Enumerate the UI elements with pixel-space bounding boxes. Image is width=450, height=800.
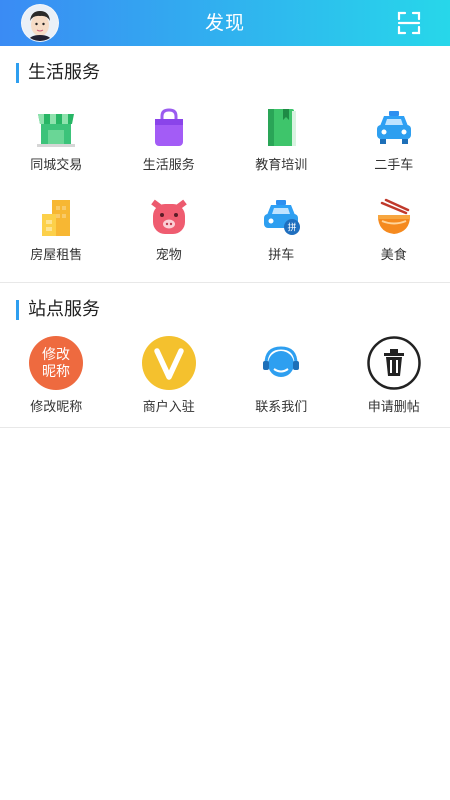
grid-item-label: 教育培训 bbox=[255, 158, 308, 173]
carpool-icon: 拼 bbox=[264, 200, 301, 235]
noodle-bowl-icon bbox=[377, 198, 410, 234]
grid-item-edit-nickname[interactable]: 修改 昵称 修改昵称 bbox=[0, 336, 113, 428]
scan-icon[interactable] bbox=[394, 8, 424, 38]
grid-item-label: 修改昵称 bbox=[30, 400, 83, 415]
customer-service-icon bbox=[263, 346, 300, 377]
grid-item-label: 申请删帖 bbox=[367, 400, 420, 415]
grid-item-same-city-trade[interactable]: 同城交易 bbox=[0, 106, 113, 196]
grid-item-label: 二手车 bbox=[374, 158, 414, 173]
grid-item-house-rental[interactable]: 房屋租售 bbox=[0, 196, 113, 286]
book-icon bbox=[268, 109, 297, 146]
grid-item-label: 生活服务 bbox=[142, 158, 195, 173]
grid-item-label: 商户入驻 bbox=[142, 400, 195, 415]
life-service-grid: 同城交易 生活服务 教育培训 二手车 房屋租售 宠物 拼 拼车 美食 bbox=[0, 106, 450, 286]
grid-item-used-car[interactable]: 二手车 bbox=[338, 106, 450, 196]
building-icon bbox=[42, 200, 71, 236]
grid-item-label: 宠物 bbox=[155, 248, 182, 263]
section-divider bbox=[0, 282, 450, 283]
badge-line-2: 昵称 bbox=[42, 364, 70, 380]
svg-text:拼: 拼 bbox=[288, 222, 297, 234]
section-title-site: 站点服务 bbox=[16, 300, 100, 320]
grid-item-label: 美食 bbox=[380, 248, 407, 263]
page-title: 发现 bbox=[204, 12, 245, 34]
top-bar: 发现 bbox=[0, 0, 450, 46]
pig-icon bbox=[150, 199, 187, 234]
shopping-bag-icon bbox=[154, 108, 183, 146]
grid-item-merchant-join[interactable]: 商户入驻 bbox=[113, 336, 226, 428]
grid-item-carpool[interactable]: 拼 拼车 bbox=[225, 196, 338, 286]
section-divider bbox=[0, 427, 450, 428]
grid-item-education[interactable]: 教育培训 bbox=[225, 106, 338, 196]
grid-item-label: 联系我们 bbox=[255, 400, 308, 415]
car-icon bbox=[376, 111, 411, 144]
merchant-v-icon bbox=[141, 336, 196, 390]
grid-item-food[interactable]: 美食 bbox=[338, 196, 450, 286]
grid-item-label: 同城交易 bbox=[30, 158, 83, 173]
grid-item-life-service[interactable]: 生活服务 bbox=[113, 106, 226, 196]
grid-item-label: 拼车 bbox=[268, 248, 295, 263]
grid-item-request-delete[interactable]: 申请删帖 bbox=[338, 336, 450, 428]
edit-nickname-icon: 修改 昵称 bbox=[29, 336, 84, 390]
site-service-grid: 修改 昵称 修改昵称 商户入驻 联系我们 申请删帖 bbox=[0, 336, 450, 428]
grid-item-label: 房屋租售 bbox=[30, 248, 83, 263]
trash-icon bbox=[367, 336, 421, 390]
badge-line-1: 修改 bbox=[42, 347, 70, 363]
market-stall-icon bbox=[37, 114, 76, 147]
grid-item-contact-us[interactable]: 联系我们 bbox=[225, 338, 338, 428]
grid-item-pets[interactable]: 宠物 bbox=[113, 196, 226, 286]
section-title-life: 生活服务 bbox=[16, 63, 100, 83]
